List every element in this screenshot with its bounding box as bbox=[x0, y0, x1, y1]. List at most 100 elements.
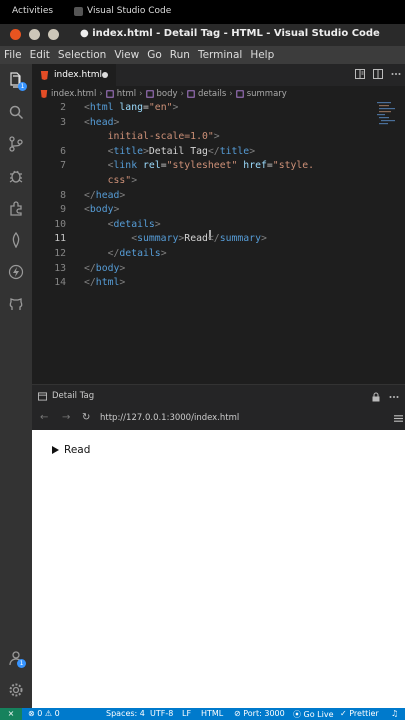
menu-view[interactable]: View bbox=[114, 49, 139, 61]
menu-go[interactable]: Go bbox=[147, 49, 162, 61]
search-icon[interactable] bbox=[8, 104, 24, 120]
accounts-badge: 1 bbox=[17, 659, 26, 668]
extensions-icon[interactable] bbox=[8, 200, 24, 216]
mongodb-icon[interactable] bbox=[8, 232, 24, 248]
url-input[interactable]: http://127.0.0.1:3000/index.html bbox=[100, 413, 239, 423]
hamburger-menu-icon[interactable] bbox=[394, 414, 403, 423]
code-line[interactable]: initial-scale=1.0"> bbox=[32, 131, 405, 146]
line-number: 13 bbox=[54, 262, 66, 274]
code-token: > bbox=[249, 145, 256, 157]
eol-status[interactable]: LF bbox=[182, 709, 191, 718]
code-line[interactable]: 9 <body> bbox=[32, 204, 405, 219]
line-number: 3 bbox=[60, 116, 66, 128]
code-token: > bbox=[213, 131, 220, 143]
code-line[interactable]: css"> bbox=[32, 175, 405, 190]
close-window-button[interactable] bbox=[10, 29, 21, 40]
more-actions-icon[interactable] bbox=[391, 69, 401, 79]
code-line[interactable]: 6 <title>Detail Tag</title> bbox=[32, 146, 405, 161]
code-token: link bbox=[113, 160, 138, 172]
explorer-badge: 1 bbox=[18, 82, 27, 91]
gear-icon[interactable] bbox=[8, 682, 24, 698]
code-token: lang bbox=[119, 102, 143, 113]
breadcrumb: index.html › html › body › details › sum… bbox=[32, 86, 405, 102]
explorer-icon[interactable]: 1 bbox=[8, 72, 27, 91]
code-text: <summary>Read</summary> bbox=[84, 233, 267, 244]
forward-arrow-icon[interactable]: → bbox=[62, 412, 70, 423]
minimize-window-button[interactable] bbox=[29, 29, 40, 40]
notifications-bell-icon[interactable]: ♫ bbox=[391, 709, 398, 718]
menu-help[interactable]: Help bbox=[250, 49, 274, 61]
code-text: </html> bbox=[84, 277, 125, 288]
code-token: Detail Tag bbox=[148, 145, 208, 157]
code-token: summary bbox=[219, 233, 261, 245]
menu-selection[interactable]: Selection bbox=[58, 49, 106, 61]
lightning-icon[interactable] bbox=[8, 264, 24, 280]
details-summary[interactable]: Read bbox=[52, 444, 90, 456]
run-debug-icon[interactable] bbox=[8, 168, 24, 184]
prettier-status[interactable]: ✓ Prettier bbox=[340, 709, 379, 718]
lock-icon[interactable] bbox=[371, 392, 381, 402]
code-editor[interactable]: 2 <html lang="en"> 3 <head> initial-scale=1… bbox=[32, 102, 405, 384]
breadcrumb-html[interactable]: html bbox=[117, 89, 136, 99]
code-line[interactable]: 2 <html lang="en"> bbox=[32, 102, 405, 117]
code-line[interactable]: 13 </body> bbox=[32, 263, 405, 278]
browser-icon bbox=[38, 391, 47, 401]
line-number: 12 bbox=[54, 248, 66, 259]
code-token: "style. bbox=[272, 160, 315, 172]
code-token: > bbox=[172, 102, 179, 113]
element-icon bbox=[236, 90, 244, 98]
preview-tab[interactable]: Detail Tag bbox=[38, 391, 94, 401]
menu-run[interactable]: Run bbox=[170, 49, 190, 61]
split-editor-icon[interactable] bbox=[373, 69, 383, 79]
code-token: Read bbox=[184, 233, 208, 245]
html5-icon bbox=[40, 70, 49, 80]
tab-index-html[interactable]: index.html bbox=[32, 64, 116, 86]
code-line[interactable]: 3 <head> bbox=[32, 117, 405, 132]
port-status[interactable]: ⊘ Port: 3000 bbox=[234, 709, 285, 718]
go-live-button[interactable]: ⦿ Go Live bbox=[293, 709, 334, 720]
indentation-status[interactable]: Spaces: 4 bbox=[106, 709, 145, 718]
reload-icon[interactable]: ↻ bbox=[82, 412, 90, 423]
errors-count: 0 bbox=[37, 709, 43, 718]
code-line[interactable]: 14 </html> bbox=[32, 277, 405, 292]
open-preview-icon[interactable] bbox=[355, 69, 365, 79]
breadcrumb-details[interactable]: details bbox=[198, 89, 226, 99]
breadcrumb-body[interactable]: body bbox=[157, 89, 178, 99]
more-actions-icon[interactable] bbox=[389, 392, 399, 402]
accounts-icon[interactable]: 1 bbox=[8, 650, 26, 668]
errors-indicator[interactable]: ⊗ 0 ⚠ 0 bbox=[28, 709, 60, 718]
line-number: 14 bbox=[54, 277, 66, 289]
encoding-status[interactable]: UTF-8 bbox=[150, 709, 173, 718]
code-line[interactable]: 11 <summary>Read</summary> bbox=[32, 233, 405, 248]
activities-button[interactable]: Activities bbox=[12, 6, 53, 16]
menu-terminal[interactable]: Terminal bbox=[198, 49, 242, 61]
github-icon[interactable] bbox=[8, 296, 24, 312]
source-control-icon[interactable] bbox=[8, 136, 24, 152]
back-arrow-icon[interactable]: ← bbox=[40, 412, 48, 423]
code-text: </body> bbox=[84, 263, 125, 274]
menu-file[interactable]: File bbox=[4, 49, 22, 61]
code-token: body bbox=[89, 204, 114, 216]
code-line[interactable]: 8 </head> bbox=[32, 190, 405, 205]
breadcrumb-file[interactable]: index.html bbox=[51, 89, 96, 99]
breadcrumb-summary[interactable]: summary bbox=[247, 89, 287, 99]
code-line[interactable]: 7 <link rel="stylesheet" href="style. bbox=[32, 160, 405, 175]
window-titlebar: ● index.html - Detail Tag - HTML - Visua… bbox=[0, 24, 405, 46]
language-mode[interactable]: HTML bbox=[201, 709, 223, 718]
menu-edit[interactable]: Edit bbox=[30, 49, 50, 61]
app-name: Visual Studio Code bbox=[87, 6, 172, 16]
maximize-window-button[interactable] bbox=[48, 29, 59, 40]
line-number: 11 bbox=[54, 233, 66, 245]
element-icon bbox=[145, 90, 154, 98]
line-number: 7 bbox=[60, 160, 66, 172]
code-line[interactable]: 10 <details> bbox=[32, 219, 405, 234]
unsaved-dot-icon[interactable] bbox=[102, 72, 108, 78]
code-token: "stylesheet" bbox=[166, 160, 238, 172]
prettier-label: Prettier bbox=[349, 709, 379, 718]
code-line[interactable]: 12 </details> bbox=[32, 248, 405, 263]
remote-indicator-icon[interactable]: ⨯ bbox=[0, 708, 22, 720]
app-menu[interactable]: Visual Studio Code bbox=[74, 6, 171, 16]
